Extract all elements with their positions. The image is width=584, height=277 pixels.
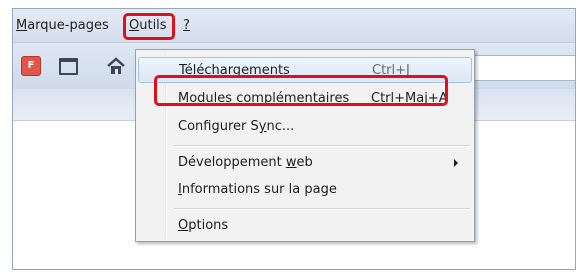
menu-item-label: Développement web <box>178 155 313 170</box>
menu-item-options[interactable]: Options <box>138 213 472 239</box>
flash-icon[interactable]: F <box>21 56 41 76</box>
home-icon[interactable] <box>106 56 126 76</box>
menu-item-label: Configurer Sync... <box>178 119 295 134</box>
menu-item-label: Informations sur la page <box>178 182 337 197</box>
menu-item-label: Options <box>178 218 229 233</box>
modules-highlight-box <box>154 75 448 106</box>
submenu-arrow-icon <box>454 159 458 167</box>
menu-accesskey: M <box>16 18 28 33</box>
menu-marque-pages[interactable]: Marque-pages <box>16 18 109 34</box>
menu-help[interactable]: ? <box>183 18 190 34</box>
menu-item-informations-page[interactable]: Informations sur la page <box>138 177 472 203</box>
browser-window: Marque-pages Outils ? F Téléchargements … <box>12 8 576 270</box>
outils-highlight-box <box>123 13 175 40</box>
menu-accesskey: ? <box>183 18 190 33</box>
menu-item-configurer-sync[interactable]: Configurer Sync... <box>138 114 472 140</box>
menu-item-developpement-web[interactable]: Développement web <box>138 150 472 176</box>
menu-bar: Marque-pages Outils ? <box>13 9 575 43</box>
window-icon[interactable] <box>59 58 78 75</box>
menu-separator <box>174 145 470 147</box>
menu-separator <box>174 208 470 210</box>
